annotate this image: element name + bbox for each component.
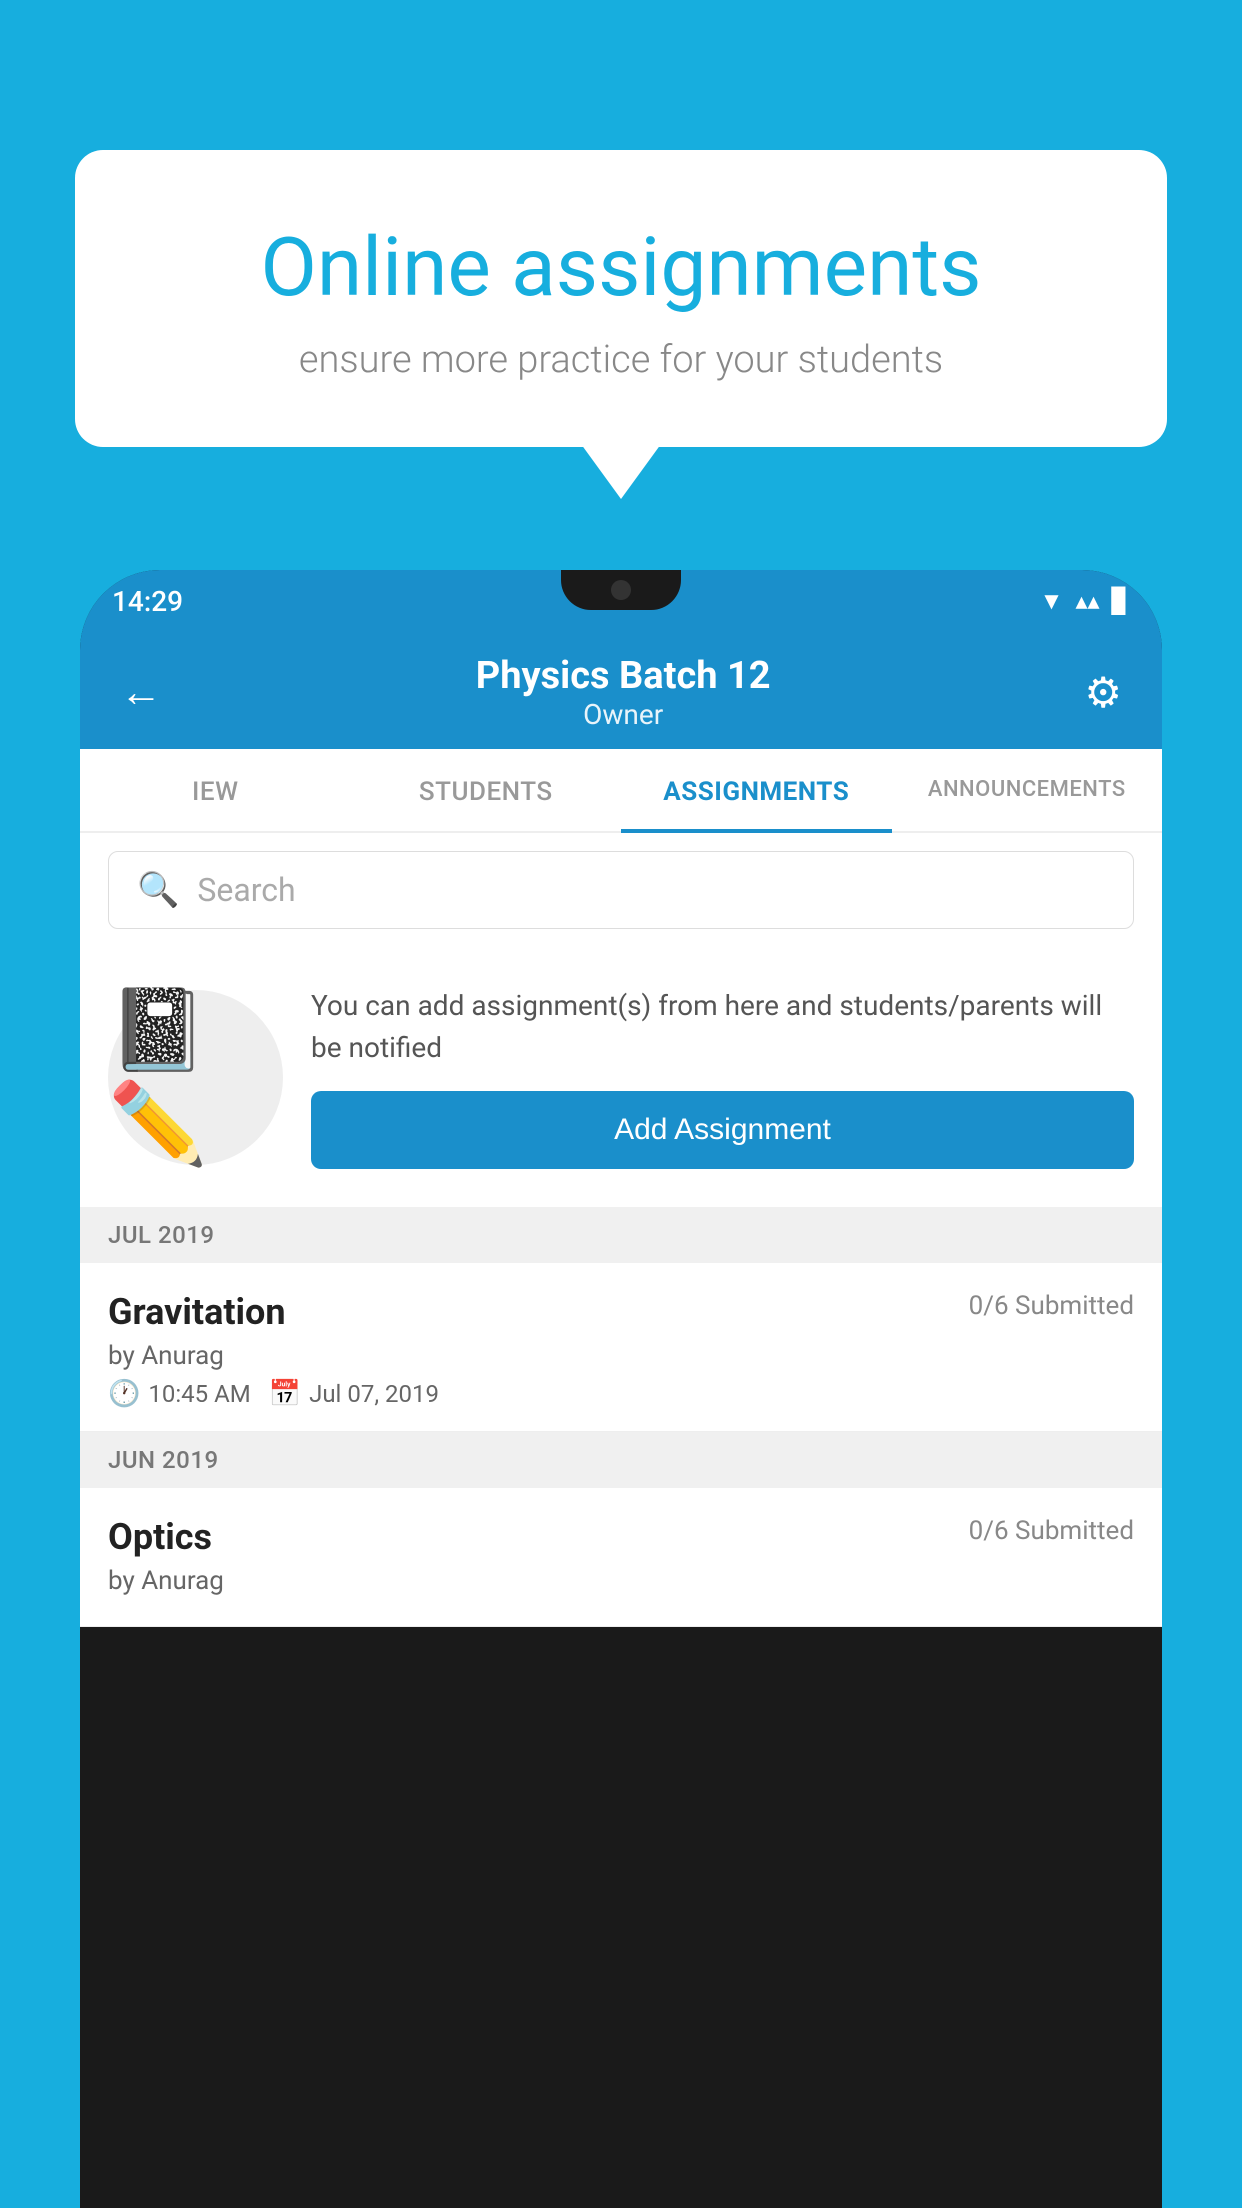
phone-notch — [561, 570, 681, 610]
optics-assignment-top: Optics 0/6 Submitted — [108, 1516, 1134, 1558]
optics-assignment-title: Optics — [108, 1516, 212, 1558]
calendar-icon: 📅 — [269, 1379, 301, 1409]
time-info: 🕐 10:45 AM — [108, 1379, 251, 1409]
month-separator-jun: JUN 2019 — [80, 1432, 1162, 1488]
status-bar: 14:29 ▼ ▴▴ ▊ — [80, 570, 1162, 632]
submitted-badge: 0/6 Submitted — [969, 1291, 1134, 1321]
promo-content: You can add assignment(s) from here and … — [311, 985, 1134, 1169]
assignment-time: 10:45 AM — [148, 1380, 250, 1408]
speech-bubble-subtext: ensure more practice for your students — [155, 338, 1087, 382]
clock-icon: 🕐 — [108, 1379, 140, 1409]
promo-icon-circle: 📓✏️ — [108, 990, 283, 1165]
tab-announcements[interactable]: ANNOUNCEMENTS — [892, 749, 1163, 831]
assignment-item-gravitation[interactable]: Gravitation 0/6 Submitted by Anurag 🕐 10… — [80, 1263, 1162, 1432]
assignment-date: Jul 07, 2019 — [309, 1380, 439, 1408]
tabs-bar: IEW STUDENTS ASSIGNMENTS ANNOUNCEMENTS — [80, 749, 1162, 833]
assignment-item-optics[interactable]: Optics 0/6 Submitted by Anurag — [80, 1488, 1162, 1627]
assignment-top: Gravitation 0/6 Submitted — [108, 1291, 1134, 1333]
phone-screen: 🔍 Search 📓✏️ You can add assignment(s) f… — [80, 833, 1162, 1627]
status-time: 14:29 — [112, 585, 183, 618]
phone-mockup: 14:29 ▼ ▴▴ ▊ ← Physics Batch 12 Owner ⚙ … — [80, 570, 1162, 2208]
signal-icon: ▴▴ — [1075, 587, 1099, 615]
assignment-author: by Anurag — [108, 1341, 1134, 1371]
batch-name: Physics Batch 12 — [162, 654, 1084, 698]
owner-label: Owner — [162, 698, 1084, 731]
assignment-title: Gravitation — [108, 1291, 286, 1333]
back-arrow-icon[interactable]: ← — [120, 668, 162, 717]
date-info: 📅 Jul 07, 2019 — [269, 1379, 439, 1409]
search-bar[interactable]: 🔍 Search — [108, 851, 1134, 929]
speech-bubble-section: Online assignments ensure more practice … — [75, 150, 1167, 447]
promo-section: 📓✏️ You can add assignment(s) from here … — [80, 947, 1162, 1207]
assignment-time-date: 🕐 10:45 AM 📅 Jul 07, 2019 — [108, 1379, 1134, 1409]
month-separator-jul: JUL 2019 — [80, 1207, 1162, 1263]
tab-assignments[interactable]: ASSIGNMENTS — [621, 749, 892, 833]
battery-icon: ▊ — [1112, 587, 1130, 615]
search-icon: 🔍 — [137, 870, 179, 910]
speech-bubble-heading: Online assignments — [155, 220, 1087, 316]
header-title-area: Physics Batch 12 Owner — [162, 654, 1084, 731]
notebook-icon: 📓✏️ — [108, 983, 283, 1171]
optics-submitted-badge: 0/6 Submitted — [969, 1516, 1134, 1546]
promo-description: You can add assignment(s) from here and … — [311, 985, 1134, 1069]
app-header: ← Physics Batch 12 Owner ⚙ — [80, 632, 1162, 749]
add-assignment-button[interactable]: Add Assignment — [311, 1091, 1134, 1169]
settings-icon[interactable]: ⚙ — [1084, 668, 1122, 718]
search-placeholder: Search — [197, 871, 295, 909]
wifi-icon: ▼ — [1040, 587, 1064, 616]
tab-students[interactable]: STUDENTS — [351, 749, 622, 831]
optics-assignment-author: by Anurag — [108, 1566, 1134, 1596]
tab-iew[interactable]: IEW — [80, 749, 351, 831]
status-icons: ▼ ▴▴ ▊ — [1040, 587, 1130, 616]
search-bar-container: 🔍 Search — [80, 833, 1162, 947]
speech-bubble-card: Online assignments ensure more practice … — [75, 150, 1167, 447]
notch-camera — [611, 580, 631, 600]
